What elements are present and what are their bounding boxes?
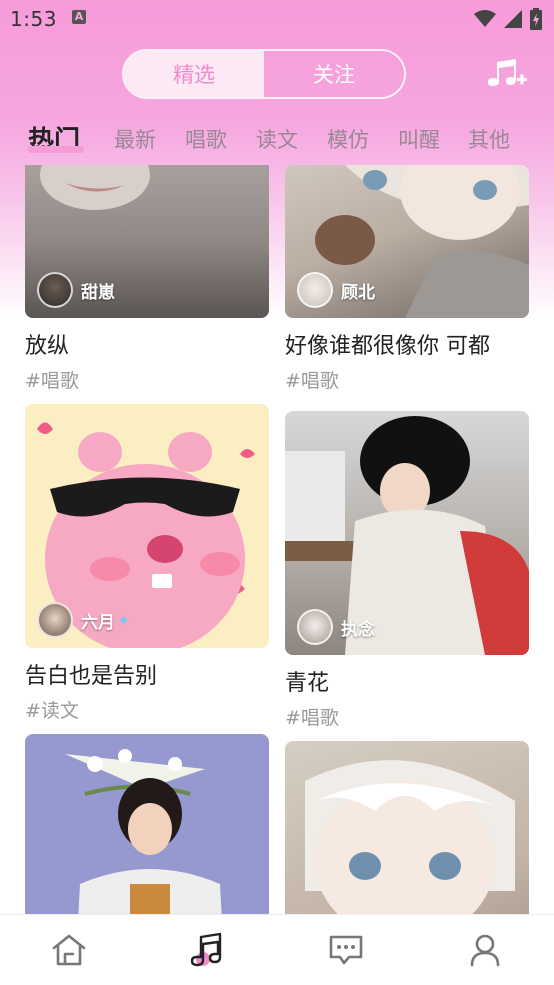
active-tab-indicator xyxy=(28,146,84,153)
tab-reading[interactable]: 读文 xyxy=(256,124,298,154)
avatar[interactable] xyxy=(297,609,333,645)
feed-card[interactable] xyxy=(285,741,529,915)
category-tabs: 热门 最新 唱歌 读文 模仿 叫醒 其他 xyxy=(0,118,554,160)
card-cover[interactable]: 六月 ✦ xyxy=(25,404,269,648)
signal-icon xyxy=(504,10,522,28)
avatar[interactable] xyxy=(37,602,73,638)
author-info: 顾北 xyxy=(297,272,375,308)
tab-featured[interactable]: 精选 xyxy=(124,51,264,97)
nav-home[interactable] xyxy=(0,915,139,985)
wifi-icon xyxy=(474,10,496,27)
music-add-icon[interactable] xyxy=(484,56,528,92)
status-time: 1:53 xyxy=(10,7,57,31)
message-icon xyxy=(329,935,363,965)
card-title: 放纵 xyxy=(25,334,70,359)
card-tag: #读文 xyxy=(25,700,79,722)
card-cover[interactable]: 执念 xyxy=(285,411,529,655)
tab-other[interactable]: 其他 xyxy=(468,124,510,154)
feed-card[interactable]: 顾北 好像谁都很像你 可都 #唱歌 xyxy=(285,165,529,393)
nav-messages[interactable] xyxy=(277,915,416,985)
author-name: 六月 xyxy=(81,612,115,633)
card-cover[interactable] xyxy=(285,741,529,915)
feed-card[interactable]: 执念 青花 #唱歌 xyxy=(285,411,529,730)
tab-following[interactable]: 关注 xyxy=(264,51,404,97)
card-cover[interactable]: 顾北 xyxy=(285,165,529,318)
notification-icon: A xyxy=(72,10,86,24)
author-info: 六月 ✦ xyxy=(37,602,130,638)
card-tag: #唱歌 xyxy=(285,707,339,729)
tab-latest[interactable]: 最新 xyxy=(114,124,156,154)
sparkle-icon: ✦ xyxy=(117,610,131,630)
card-cover[interactable] xyxy=(25,734,269,915)
tab-singing[interactable]: 唱歌 xyxy=(185,124,227,154)
card-title: 青花 xyxy=(285,671,330,696)
avatar[interactable] xyxy=(37,272,73,308)
card-tag: #唱歌 xyxy=(25,370,79,392)
battery-icon xyxy=(530,8,542,30)
nav-profile[interactable] xyxy=(416,915,554,985)
cover-photo-shape xyxy=(65,749,222,915)
status-bar: 1:53 A xyxy=(0,0,554,40)
app-screen: 1:53 A 精选 关注 热门 最新 唱歌 读文 模仿 叫醒 其他 甜崽 放纵 … xyxy=(0,0,554,985)
author-name: 顾北 xyxy=(341,282,375,303)
feed-grid: 甜崽 放纵 #唱歌 顾北 好像谁都很像你 可都 #唱歌 六月 ✦ 告白也是告别 … xyxy=(0,165,554,915)
author-name: 甜崽 xyxy=(81,282,115,303)
feed-switch: 精选 关注 xyxy=(122,49,406,99)
avatar[interactable] xyxy=(297,272,333,308)
card-cover[interactable]: 甜崽 xyxy=(25,165,269,318)
feed-card[interactable]: 六月 ✦ 告白也是告别 #读文 xyxy=(25,404,269,723)
feed-card[interactable]: 甜崽 放纵 #唱歌 xyxy=(25,165,269,393)
card-title: 告白也是告别 xyxy=(25,664,158,689)
feed-card[interactable] xyxy=(25,734,269,915)
author-info: 执念 xyxy=(297,609,375,645)
home-icon xyxy=(52,934,86,966)
cover-illustration xyxy=(305,760,515,915)
profile-icon xyxy=(470,934,500,967)
card-tag: #唱歌 xyxy=(285,370,339,392)
tab-wakeup[interactable]: 叫醒 xyxy=(398,124,440,154)
music-note-icon xyxy=(190,932,221,967)
author-name: 执念 xyxy=(341,619,375,640)
nav-music[interactable] xyxy=(139,915,278,985)
author-info: 甜崽 xyxy=(37,272,115,308)
tab-imitation[interactable]: 模仿 xyxy=(327,124,369,154)
status-icons xyxy=(474,8,542,30)
bottom-nav xyxy=(0,914,554,985)
card-title: 好像谁都很像你 可都 xyxy=(285,334,490,359)
